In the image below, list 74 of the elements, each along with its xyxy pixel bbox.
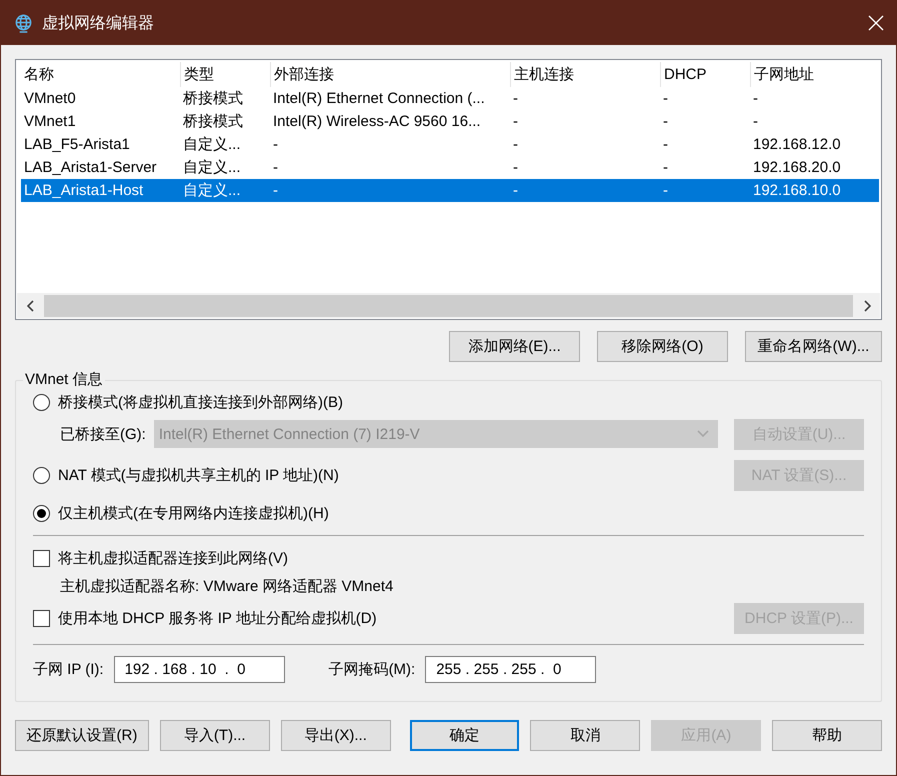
table-cell-text: LAB_Arista1-Server xyxy=(23,159,158,176)
column-header[interactable]: DHCP xyxy=(660,62,750,87)
checkbox-label: 使用本地 DHCP 服务将 IP 地址分配给虚拟机(D) xyxy=(58,608,377,628)
table-cell-text: - xyxy=(512,159,519,176)
table-cell-text: VMnet1 xyxy=(23,113,77,130)
table-cell-text: 192.168.12.0 xyxy=(752,136,842,153)
table-cell-text: 自定义... xyxy=(182,181,242,200)
dialog-button[interactable]: 帮助 xyxy=(772,720,882,751)
table-cell-text: Intel(R) Ethernet Connection (... xyxy=(272,90,486,107)
globe-icon xyxy=(14,14,33,32)
table-cell-text: 桥接模式 xyxy=(182,112,244,131)
table-cell-text: - xyxy=(662,90,669,107)
table-cell-text: - xyxy=(272,182,279,199)
table-cell-text: - xyxy=(752,90,759,107)
bridged-to-label: 已桥接至(G): xyxy=(60,424,146,444)
table-cell-text: 192.168.20.0 xyxy=(752,159,842,176)
table-cell-text: - xyxy=(662,159,669,176)
table-cell-text: - xyxy=(272,136,279,153)
table-cell-text: LAB_F5-Arista1 xyxy=(23,136,131,153)
dialog-button[interactable]: 取消 xyxy=(530,720,640,751)
radio-button[interactable] xyxy=(33,504,50,522)
table-cell-text: - xyxy=(512,90,519,107)
dialog-button[interactable]: 导入(T)... xyxy=(160,720,270,751)
network-button[interactable]: 移除网络(O) xyxy=(597,331,728,362)
table-cell-text: - xyxy=(512,182,519,199)
table-cell-text: 自定义... xyxy=(182,158,242,177)
scrollbar-thumb[interactable] xyxy=(44,294,853,316)
close-icon[interactable] xyxy=(868,15,884,31)
radio-label: NAT 模式(与虚拟机共享主机的 IP 地址)(N) xyxy=(58,466,339,484)
column-header[interactable]: 类型 xyxy=(180,62,270,87)
table-row[interactable]: LAB_Arista1-Host 自定义... - - - 192.168.10.0 xyxy=(21,179,879,202)
table-cell-text: - xyxy=(662,113,669,130)
network-button[interactable]: 添加网络(E)... xyxy=(449,331,580,362)
table-cell-text: - xyxy=(752,113,759,130)
checkbox[interactable] xyxy=(33,610,50,626)
table-cell-text: 桥接模式 xyxy=(182,89,244,108)
table-row[interactable]: LAB_Arista1-Server 自定义... - - - 192.168.20.0 xyxy=(21,156,879,179)
table-row[interactable]: VMnet0 桥接模式 Intel(R) Ethernet Connection (... - - - xyxy=(21,87,879,110)
dialog-button[interactable]: 确定 xyxy=(410,720,520,751)
table-cell-text: - xyxy=(512,136,519,153)
group-title: VMnet 信息 xyxy=(23,370,105,389)
column-header[interactable]: 外部连接 xyxy=(270,62,510,87)
network-button[interactable]: 重命名网络(W)... xyxy=(745,331,882,362)
table-cell-text: - xyxy=(662,136,669,153)
radio-label: 桥接模式(将虚拟机直接连接到外部网络)(B) xyxy=(58,392,343,412)
dialog-button[interactable]: 导出(X)... xyxy=(280,720,391,751)
table-row[interactable]: LAB_F5-Arista1 自定义... - - - 192.168.12.0 xyxy=(21,133,879,156)
dialog-button[interactable]: 还原默认设置(R) xyxy=(15,720,149,751)
subnet-mask-field[interactable]: 255 . 255 . 255 . 0 xyxy=(425,656,596,682)
table-cell-text: 192.168.10.0 xyxy=(752,182,842,199)
subnet-mask-label: 子网掩码(M): xyxy=(328,660,416,678)
table-row[interactable]: VMnet1 桥接模式 Intel(R) Wireless-AC 9560 16... - - - xyxy=(21,110,879,133)
window-title: 虚拟网络编辑器 xyxy=(42,14,155,34)
table-cell-text: Intel(R) Wireless-AC 9560 16... xyxy=(272,113,482,130)
table-cell-text: - xyxy=(512,113,519,130)
checkbox[interactable] xyxy=(33,550,50,566)
table-cell-text: - xyxy=(272,159,279,176)
scroll-right-icon xyxy=(862,300,870,312)
subnet-ip-field[interactable]: 192 . 168 . 10 . 0 xyxy=(114,656,285,682)
radio-button[interactable] xyxy=(33,466,50,484)
column-header[interactable]: 子网地址 xyxy=(750,62,879,87)
table-cell-text: LAB_Arista1-Host xyxy=(23,182,144,199)
adapter-name-text: 主机虚拟适配器名称: VMware 网络适配器 VMnet4 xyxy=(60,576,394,596)
table-cell-text: - xyxy=(662,182,669,199)
radio-button[interactable] xyxy=(33,394,50,410)
checkbox-label: 将主机虚拟适配器连接到此网络(V) xyxy=(58,548,288,568)
column-header[interactable]: 主机连接 xyxy=(510,62,660,87)
scroll-left-icon xyxy=(26,300,34,312)
column-header[interactable]: 名称 xyxy=(21,62,180,87)
dropdown-caret-icon xyxy=(697,430,709,438)
table-cell-text: 自定义... xyxy=(182,135,242,154)
subnet-ip-label: 子网 IP (I): xyxy=(33,660,104,678)
table-cell-text: VMnet0 xyxy=(23,90,77,107)
radio-label: 仅主机模式(在专用网络内连接虚拟机)(H) xyxy=(58,504,329,522)
